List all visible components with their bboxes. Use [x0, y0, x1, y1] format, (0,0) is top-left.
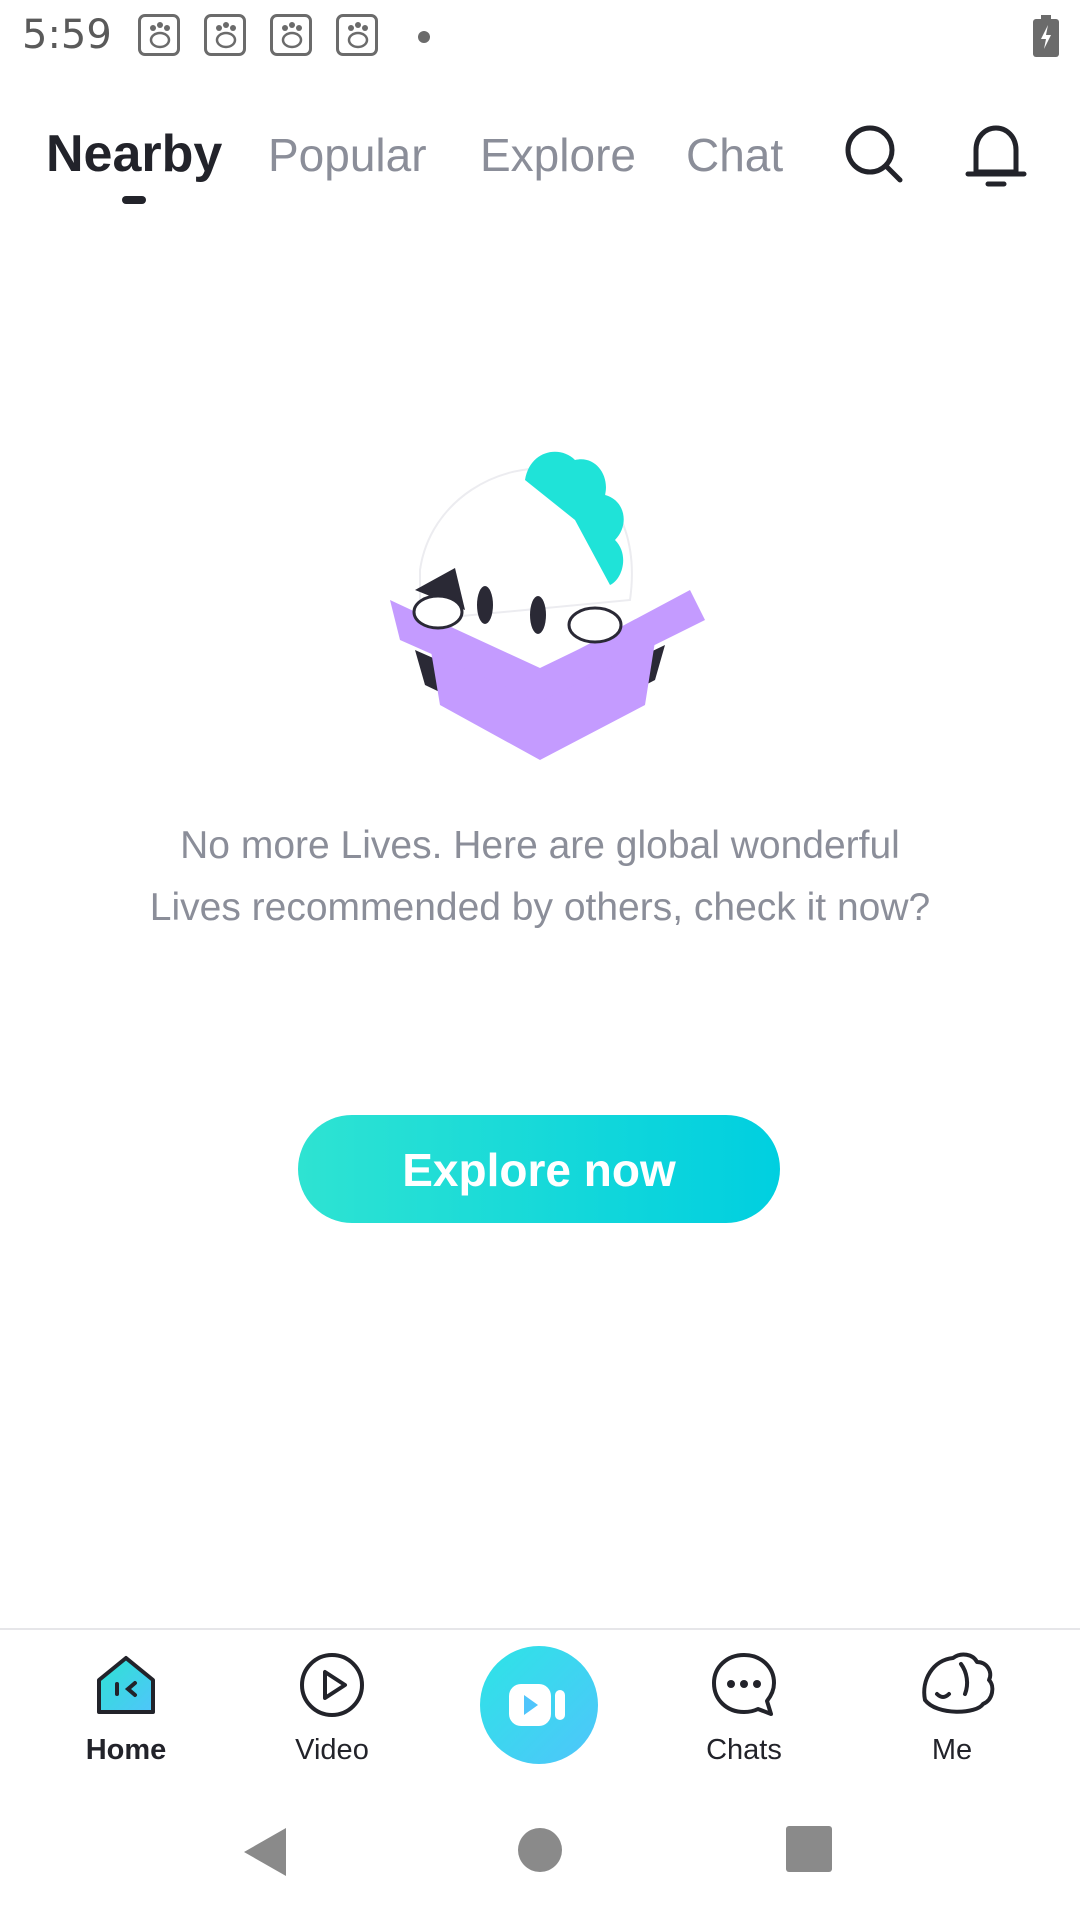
top-tab-bar: Nearby Popular Explore Chat: [0, 110, 1080, 220]
nav-video[interactable]: Video: [252, 1630, 412, 1780]
nav-me-label: Me: [931, 1734, 973, 1766]
play-circle-icon: [297, 1650, 367, 1720]
status-bar: 5:59: [0, 0, 1080, 74]
baidu-paw-icon: [204, 14, 246, 56]
mascot-head-icon: [917, 1650, 995, 1720]
status-time: 5:59: [22, 12, 112, 58]
tab-nearby[interactable]: Nearby: [46, 124, 222, 184]
search-icon[interactable]: [842, 122, 906, 191]
chat-bubble-icon: [709, 1650, 779, 1720]
baidu-paw-icon: [336, 14, 378, 56]
nav-chats-label: Chats: [706, 1734, 782, 1766]
live-camera-icon: [509, 1684, 565, 1726]
recents-square-icon[interactable]: [786, 1826, 832, 1877]
home-icon: [91, 1650, 161, 1720]
bell-icon[interactable]: [964, 122, 1028, 195]
more-notifications-dot-icon: [418, 31, 430, 43]
go-live-button[interactable]: [480, 1646, 598, 1764]
nav-home-label: Home: [85, 1734, 167, 1766]
explore-now-button[interactable]: Explore now: [298, 1115, 780, 1223]
home-circle-icon[interactable]: [516, 1826, 564, 1879]
empty-state-message: No more Lives. Here are global wonderful…: [149, 824, 931, 929]
battery-charging-icon: [1033, 15, 1059, 62]
tab-popular[interactable]: Popular: [268, 128, 427, 182]
baidu-paw-icon: [270, 14, 312, 56]
nav-video-label: Video: [295, 1734, 369, 1766]
bottom-navigation-bar: Home Video Chats Me: [0, 1628, 1080, 1790]
tab-explore[interactable]: Explore: [480, 128, 636, 182]
tab-chat[interactable]: Chat: [686, 128, 783, 182]
system-navigation-bar: [0, 1790, 1080, 1920]
nav-chats[interactable]: Chats: [664, 1630, 824, 1780]
back-icon[interactable]: [240, 1826, 290, 1883]
nav-home[interactable]: Home: [46, 1630, 206, 1780]
mascot-in-box-illustration: [360, 440, 720, 760]
nav-me[interactable]: Me: [872, 1630, 1032, 1780]
baidu-paw-icon: [138, 14, 180, 56]
active-tab-indicator: [122, 196, 146, 204]
